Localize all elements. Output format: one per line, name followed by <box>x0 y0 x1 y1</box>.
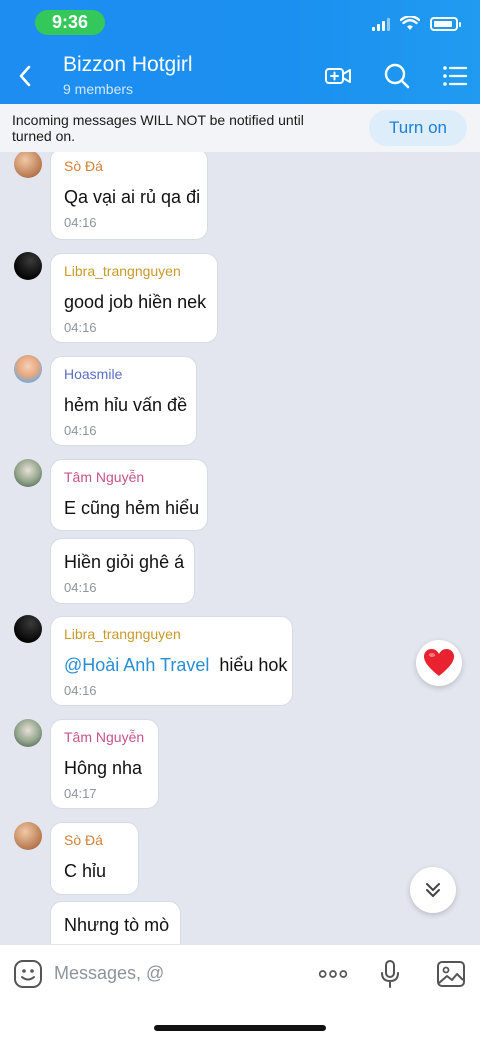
avatar[interactable] <box>14 355 42 383</box>
heart-icon <box>424 649 454 676</box>
menu-list-icon[interactable] <box>441 62 469 90</box>
message-bubble[interactable]: Hiền giỏi ghê á 04:16 <box>50 538 195 604</box>
message-bubble[interactable]: Tâm Nguyễn Hông nha 04:17 <box>50 719 159 809</box>
avatar[interactable] <box>14 822 42 850</box>
avatar[interactable] <box>14 459 42 487</box>
status-time: 9:36 <box>35 10 105 35</box>
message-bubble[interactable]: Tâm Nguyễn E cũng hẻm hiểu <box>50 459 208 531</box>
message-text: Nhưng tò mò <box>64 915 170 935</box>
double-chevron-down-icon <box>426 883 440 897</box>
mention-link[interactable]: @Hoài Anh Travel <box>64 655 209 675</box>
message-time: 04:17 <box>64 786 97 801</box>
chat-area[interactable]: Sò Đá Qa vại ai rủ qa đi 04:16 Libra_tra… <box>0 152 480 944</box>
sender-name: Tâm Nguyễn <box>64 729 145 745</box>
message-bubble[interactable]: Libra_trangnguyen @Hoài Anh Travel hiểu … <box>50 616 293 706</box>
scroll-to-bottom-button[interactable] <box>410 867 456 913</box>
message-time: 04:16 <box>64 215 97 230</box>
sender-name: Sò Đá <box>64 832 103 848</box>
message-bubble[interactable]: Sò Đá C hỉu <box>50 822 139 895</box>
home-indicator <box>154 1025 326 1031</box>
video-call-icon[interactable] <box>324 62 352 90</box>
message-text: Hông nha <box>64 758 143 778</box>
chat-header: 9:36 Bizzon Hotgirl 9 members <box>0 0 480 104</box>
message-input-bar: Messages, @ <box>0 944 480 1039</box>
microphone-icon[interactable] <box>375 959 405 989</box>
message-bubble[interactable]: Hoasmile hẻm hỉu vấn đề 04:16 <box>50 356 197 446</box>
turn-on-button[interactable]: Turn on <box>369 110 467 146</box>
avatar[interactable] <box>14 615 42 643</box>
sender-name: Tâm Nguyễn <box>64 469 145 485</box>
notification-notice: Incoming messages WILL NOT be notified u… <box>0 104 480 152</box>
message-text: Hiền giỏi ghê á <box>64 552 185 572</box>
message-time: 04:16 <box>64 683 97 698</box>
message-time: 04:16 <box>64 423 97 438</box>
avatar[interactable] <box>14 719 42 747</box>
back-chevron-icon[interactable] <box>14 62 38 90</box>
battery-icon <box>430 16 461 31</box>
notice-text: Incoming messages WILL NOT be notified u… <box>12 112 304 144</box>
avatar[interactable] <box>14 252 42 280</box>
sender-name: Libra_trangnguyen <box>64 263 181 279</box>
sender-name: Sò Đá <box>64 158 103 174</box>
message-text: good job hiền nek <box>64 292 207 312</box>
message-text: C hỉu <box>64 861 107 881</box>
message-text: Qa vại ai rủ qa đi <box>64 187 201 207</box>
message-bubble[interactable]: Sò Đá Qa vại ai rủ qa đi 04:16 <box>50 152 208 240</box>
wifi-icon <box>400 16 420 30</box>
message-time: 04:16 <box>64 580 97 595</box>
message-text: @Hoài Anh Travel hiểu hok <box>64 655 287 676</box>
member-count[interactable]: 9 members <box>63 81 133 97</box>
message-input[interactable]: Messages, @ <box>54 963 164 984</box>
sender-name: Hoasmile <box>64 366 123 382</box>
message-time: 04:16 <box>64 320 97 335</box>
more-dots-icon[interactable] <box>318 959 348 989</box>
message-text-part: hiểu hok <box>219 655 288 675</box>
sender-name: Libra_trangnguyen <box>64 626 181 642</box>
cellular-signal-icon <box>372 17 390 31</box>
heart-reaction-button[interactable] <box>416 640 462 686</box>
message-bubble[interactable]: Nhưng tò mò <box>50 901 181 944</box>
emoji-sticker-icon[interactable] <box>13 959 43 989</box>
search-icon[interactable] <box>383 62 411 90</box>
avatar[interactable] <box>14 152 42 178</box>
message-text: hẻm hỉu vấn đề <box>64 395 188 415</box>
status-icons <box>372 16 461 31</box>
image-gallery-icon[interactable] <box>436 959 466 989</box>
message-text: E cũng hẻm hiểu <box>64 498 200 518</box>
group-title[interactable]: Bizzon Hotgirl <box>63 53 193 77</box>
message-bubble[interactable]: Libra_trangnguyen good job hiền nek 04:1… <box>50 253 218 343</box>
